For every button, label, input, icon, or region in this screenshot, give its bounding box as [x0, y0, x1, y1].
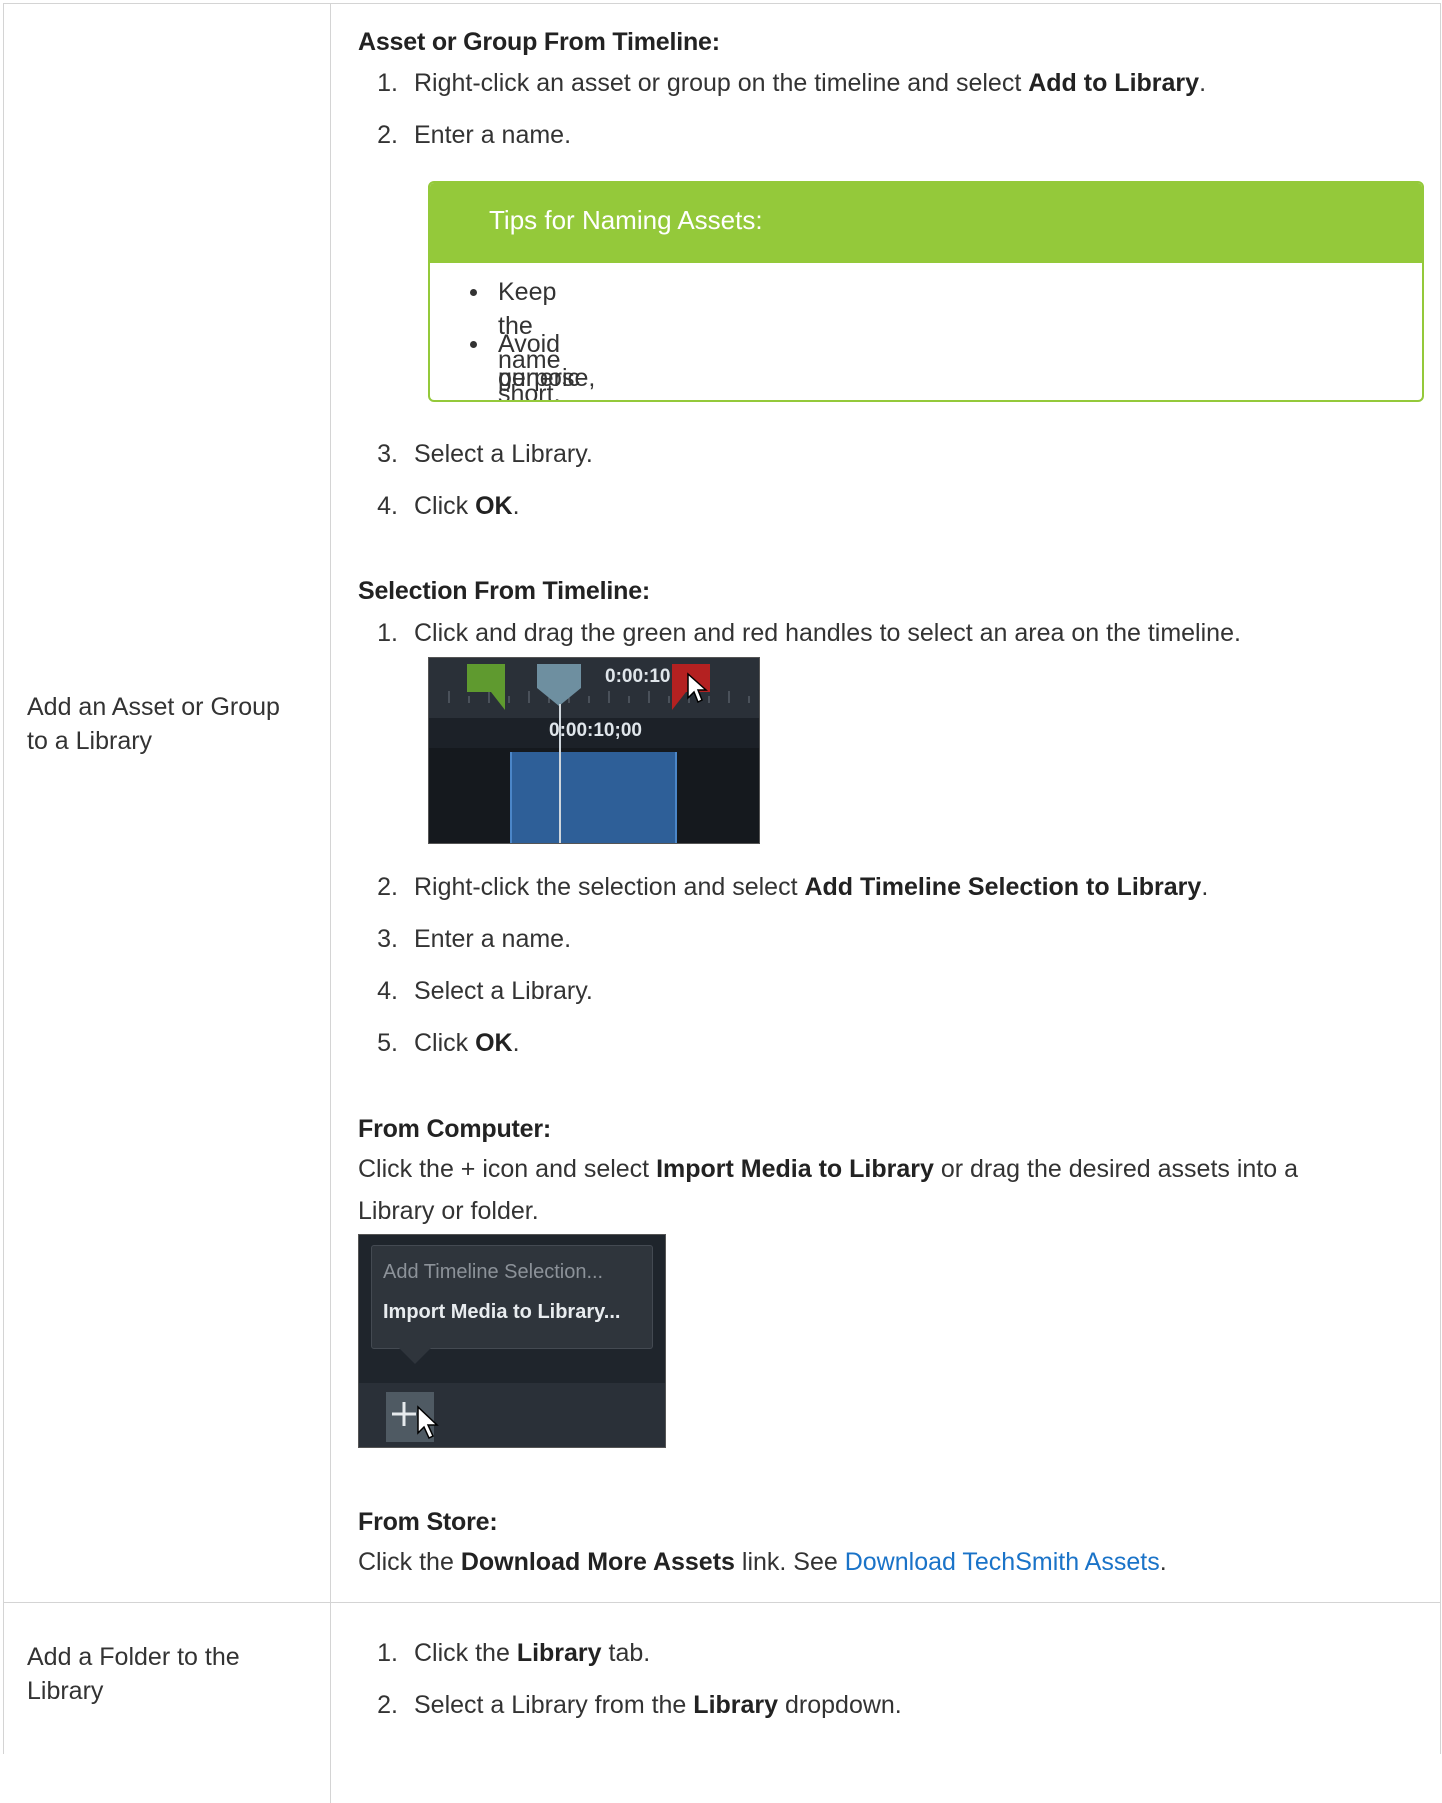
menu-item-import-media[interactable]: Import Media to Library... [383, 1301, 620, 1324]
paragraph-text: or drag the desired assets into a [933, 1155, 1298, 1183]
step-bold-text: Add to Library [1028, 69, 1200, 97]
row-label-line: Add a Folder to the [27, 1643, 240, 1671]
list-item: 2. Select a Library from the Library dro… [358, 1691, 1442, 1725]
tip-box: Tips for Naming Assets: Keep the name sh… [428, 181, 1424, 402]
list-item: 1. Click the Library tab. [358, 1639, 1442, 1673]
step-text: Select a Library from the [414, 1691, 694, 1719]
timeline-screenshot: 0:00:10 0:00:10;00 [428, 657, 760, 844]
step-text: Click the [414, 1639, 517, 1667]
paragraph-text: Click the [358, 1548, 461, 1576]
cursor-icon [687, 672, 708, 704]
section-heading: Selection From Timeline: [358, 577, 651, 605]
download-techsmith-assets-link[interactable]: Download TechSmith Assets [845, 1548, 1160, 1576]
step-text: Click [414, 492, 476, 520]
tip-title: Tips for Naming Assets: [489, 205, 763, 235]
step-bold-text: Library [516, 1639, 602, 1667]
step-text: Click and drag the green and red handles… [414, 619, 1241, 647]
library-menu-screenshot: Add Timeline Selection... Import Media t… [358, 1234, 666, 1448]
list-item: 4. Select a Library. [358, 977, 1442, 1011]
row-label-cell: Add an Asset or Group to a Library [4, 4, 331, 1602]
paragraph-line: Click the + icon and select Import Media… [358, 1155, 1298, 1184]
step-number: 1. [377, 619, 398, 647]
step-text: Click [414, 1029, 476, 1057]
row-label: Add an Asset or Group to a Library [27, 690, 317, 758]
step-text: . [1201, 873, 1209, 901]
step-text: Select a Library. [414, 440, 593, 468]
step-number: 1. [377, 69, 398, 97]
menu-pointer-icon [397, 1346, 433, 1364]
step-text: Select a Library. [414, 977, 593, 1005]
step-number: 3. [377, 440, 398, 468]
step-number: 4. [377, 492, 398, 520]
list-item: 3. Select a Library. [358, 440, 1442, 474]
paragraph-text: . [1159, 1548, 1167, 1576]
step-number: 4. [377, 977, 398, 1005]
step-bold-text: OK [475, 1029, 513, 1057]
step-number: 5. [377, 1029, 398, 1057]
paragraph-text: Click the + icon and select [358, 1155, 657, 1183]
context-menu: Add Timeline Selection... Import Media t… [371, 1245, 653, 1349]
row-label-cell: Add a Folder to the Library [4, 1603, 331, 1803]
timeline-selection [510, 752, 677, 843]
row-label-line: Add an Asset or Group [27, 693, 280, 721]
instructions-table: Add an Asset or Group to a Library Asset… [3, 3, 1441, 1803]
section-heading: From Store: [358, 1508, 498, 1536]
row-label-line: to a Library [27, 727, 153, 755]
green-handle-icon [467, 664, 505, 710]
table-row: Add an Asset or Group to a Library Asset… [4, 4, 1440, 1603]
paragraph-line: Click the Download More Assets link. See… [358, 1548, 1167, 1577]
step-bold-text: Add Timeline Selection to Library [804, 873, 1202, 901]
row-content-cell: 1. Click the Library tab. 2. Select a Li… [331, 1603, 1440, 1803]
step-text: . [512, 1029, 520, 1057]
list-item: 2. Right-click the selection and select … [358, 873, 1442, 907]
step-number: 2. [377, 873, 398, 901]
bullet-dot [470, 289, 477, 296]
step-number: 3. [377, 925, 398, 953]
row-label: Add a Folder to the Library [27, 1640, 317, 1708]
step-text: Right-click the selection and select [414, 873, 805, 901]
paragraph-text: Library or folder. [358, 1197, 539, 1225]
section-heading: From Computer: [358, 1115, 552, 1143]
step-number: 2. [377, 121, 398, 149]
tip-header: Tips for Naming Assets: [430, 183, 1422, 263]
list-item: 3. Enter a name. [358, 925, 1442, 959]
paragraph-text: link. See [734, 1548, 845, 1576]
list-item: 1. Right-click an asset or group on the … [358, 69, 1442, 103]
step-bold-text: Library [693, 1691, 779, 1719]
row-label-line: Library [27, 1677, 104, 1705]
timeline-time-label: 0:00:10 [605, 666, 671, 687]
step-number: 1. [377, 1639, 398, 1667]
step-number: 2. [377, 1691, 398, 1719]
cursor-icon [417, 1405, 439, 1440]
timeline-time-label: 0:00:10;00 [549, 720, 642, 741]
section-heading: Asset or Group From Timeline: [358, 28, 720, 56]
step-text: dropdown. [778, 1691, 902, 1719]
step-bold-text: OK [475, 492, 513, 520]
list-item: 5. Click OK. [358, 1029, 1442, 1063]
table-row: Add a Folder to the Library 1. Click the… [4, 1603, 1440, 1803]
list-item: 4. Click OK. [358, 492, 1442, 526]
step-text: Enter a name. [414, 121, 572, 149]
paragraph-bold-text: Download More Assets [460, 1548, 735, 1576]
step-text: Enter a name. [414, 925, 572, 953]
list-item: 1. Click and drag the green and red hand… [358, 619, 1442, 653]
step-text: . [1199, 69, 1207, 97]
tip-text: purpose, asset type, or color in the nam… [498, 364, 648, 400]
step-text: tab. [601, 1639, 651, 1667]
row-content-cell: Asset or Group From Timeline: 1. Right-c… [331, 4, 1440, 1602]
step-text: Right-click an asset or group on the tim… [414, 69, 1029, 97]
step-text: . [512, 492, 520, 520]
list-item: 2. Enter a name. [358, 121, 1442, 155]
menu-item-add-timeline-selection[interactable]: Add Timeline Selection... [383, 1261, 603, 1284]
paragraph-bold-text: Import Media to Library [656, 1155, 934, 1183]
bullet-dot [470, 341, 477, 348]
